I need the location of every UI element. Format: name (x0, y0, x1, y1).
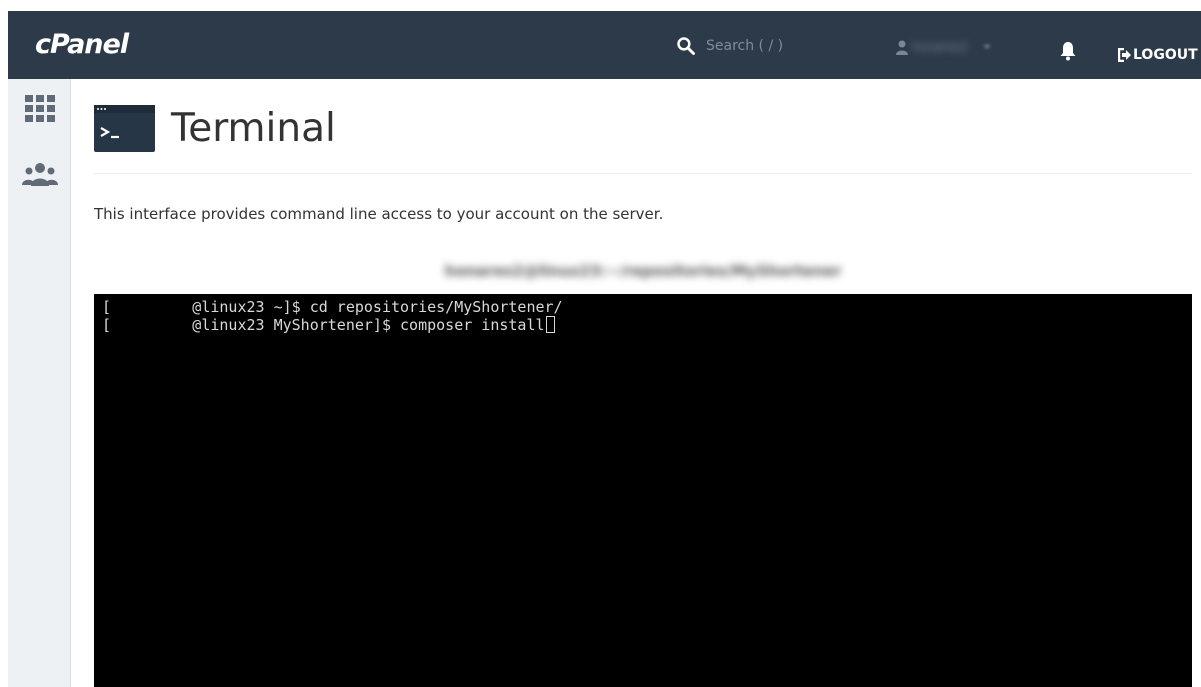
logout-icon (1118, 48, 1131, 62)
terminal-caption: honares2@linux23:~/repositories/MyShorte… (444, 262, 842, 280)
search-bar[interactable] (676, 33, 816, 59)
chevron-down-icon (982, 45, 991, 49)
search-input[interactable] (706, 38, 806, 54)
left-gutter (0, 0, 8, 687)
terminal-line: [ @linux23 ~]$ cd repositories/MyShorten… (102, 298, 563, 316)
top-navigation-bar: cPanel honares2 (8, 11, 1201, 79)
bell-icon[interactable] (1059, 41, 1077, 61)
cpanel-logo[interactable]: cPanel (35, 29, 129, 60)
page-header: Terminal (94, 105, 336, 152)
grid-icon[interactable] (22, 92, 58, 126)
user-icon (896, 40, 908, 55)
page: cPanel honares2 (0, 0, 1201, 687)
terminal-icon (94, 105, 155, 152)
terminal-cursor (545, 316, 555, 333)
page-description: This interface provides command line acc… (94, 205, 664, 223)
page-title: Terminal (171, 106, 336, 151)
terminal-window[interactable]: [ @linux23 ~]$ cd repositories/MyShorten… (94, 294, 1192, 687)
logout-button[interactable]: LOGOUT (1118, 45, 1198, 65)
sidebar (8, 79, 71, 687)
terminal-line: [ @linux23 MyShortener]$ composer instal… (102, 316, 1184, 334)
header-divider (94, 173, 1192, 174)
logout-label: LOGOUT (1133, 47, 1198, 63)
main-content: Terminal This interface provides command… (94, 79, 1192, 687)
user-name: honares2 (912, 40, 968, 54)
search-icon (677, 37, 695, 55)
terminal-line-text: [ @linux23 MyShortener]$ composer instal… (102, 316, 545, 334)
user-menu[interactable]: honares2 (896, 33, 1034, 61)
users-icon[interactable] (22, 159, 58, 193)
